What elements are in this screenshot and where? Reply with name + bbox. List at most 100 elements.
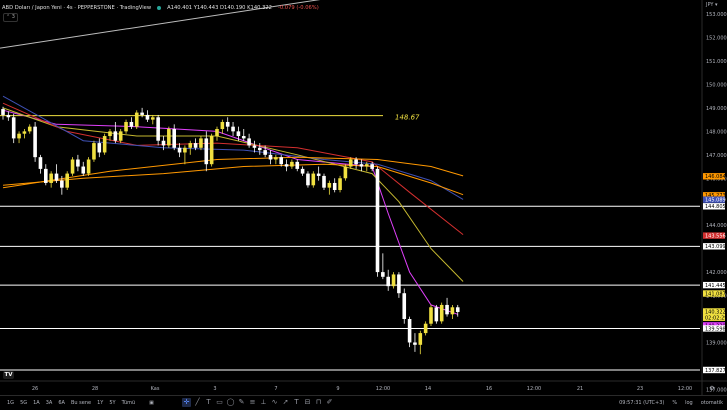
ohlc-values: A140.401 Y140.443 D140.190 K140.322 [167, 5, 272, 11]
candle-body [140, 112, 144, 115]
text-icon[interactable]: T [204, 398, 213, 407]
tradingview-logo[interactable]: TV [3, 371, 14, 379]
pencil-icon[interactable]: ✐ [325, 398, 334, 407]
price-tick-label: 150.000 [706, 82, 727, 88]
level-label: 148.67 [395, 114, 420, 122]
timeframe-5g[interactable]: 5G [17, 400, 30, 406]
time-tick-label: 23 [637, 386, 643, 392]
candle-body [295, 161, 300, 169]
candle-body [70, 159, 75, 174]
candle-body [316, 173, 321, 176]
price-tag-label: 145.089 [705, 198, 726, 204]
price-chart[interactable]: 148.67 153.000 152.000 151.000 150.000 149.00… [0, 0, 727, 395]
price-tag-label: 141.445 [705, 283, 726, 289]
candle-body [348, 159, 353, 167]
candle-body [220, 121, 225, 130]
candle-body [252, 145, 257, 148]
time-tick-label: 26 [32, 386, 38, 392]
timeframe-selector: 1G 5G 1A 3A 6A Bu sene 1Y 5Y Tümü ▣ [4, 400, 157, 406]
candle-body [247, 138, 251, 146]
candle-body [188, 143, 193, 148]
symbol-title[interactable]: ABD Doları / Japon Yeni · 4s · PEPPERSTO… [2, 3, 151, 13]
text2-icon[interactable]: T [292, 398, 301, 407]
brush-icon[interactable]: ✎ [237, 398, 246, 407]
indicators-collapse-button[interactable]: ⌃ 3 [3, 13, 18, 22]
price-tag-label: 02:02:29 [705, 316, 727, 322]
auto-toggle[interactable]: otomatik [701, 400, 723, 406]
candle-body [450, 307, 455, 315]
arrow-icon[interactable]: ➚ [281, 398, 290, 407]
price-tag-label: 140.322 [705, 309, 726, 315]
candle-body [402, 293, 407, 320]
price-tag-label: 146.084 [705, 174, 726, 180]
time-tick-label: 12:00 [678, 386, 692, 392]
timeframe-5y[interactable]: 5Y [106, 400, 118, 406]
candle-body [359, 164, 364, 167]
fib-icon[interactable]: ≡ [248, 398, 257, 407]
price-change: -0.079 (-0.06%) [277, 5, 319, 11]
time-tick-label: 12:00 [376, 386, 390, 392]
time-tick-label: 28 [92, 386, 98, 392]
candle-body [322, 175, 326, 188]
timeframe-3a[interactable]: 3A [43, 400, 56, 406]
moving-average-line [2, 95, 464, 200]
candle-body [124, 121, 128, 132]
currency-label: JPY ▾ [705, 2, 718, 8]
measure-icon[interactable]: ⊟ [303, 398, 312, 407]
candle-body [102, 136, 107, 153]
ellipse-icon[interactable]: ◯ [226, 398, 235, 407]
crosshair-icon[interactable]: ✛ [182, 398, 191, 407]
timeframe-tümü[interactable]: Tümü [119, 400, 139, 406]
price-tick-label: 147.000 [706, 153, 727, 159]
log-toggle[interactable]: log [685, 400, 693, 406]
price-tick-label: 152.000 [706, 36, 727, 42]
candle-body [193, 143, 198, 148]
price-tag-label: 143.556 [705, 234, 726, 240]
candle-body [300, 168, 305, 174]
settings-gear-icon[interactable]: ⚙ [709, 385, 714, 392]
clock[interactable]: 09:57:31 (UTC+3) [619, 400, 664, 406]
price-tag-label: 143.099 [705, 244, 726, 250]
drawing-toolbar: ✛ ╱ T ▭ ◯ ✎ ≡ ⟂ ∿ ➚ T ⊟ ⊓ ✐ [182, 397, 334, 408]
rect-icon[interactable]: ▭ [215, 398, 224, 407]
candle-body [76, 159, 80, 167]
candle-body [290, 161, 294, 167]
candle-body [386, 276, 390, 287]
candle-body [134, 112, 139, 127]
candle-body [54, 173, 59, 181]
candle-body [44, 168, 48, 183]
candle-body [33, 126, 37, 158]
candle-body [65, 173, 69, 188]
candle-body [413, 342, 417, 345]
candle-body [418, 333, 423, 345]
candle-body [183, 147, 187, 153]
timeframe-bu-sene[interactable]: Bu sene [68, 400, 94, 406]
time-tick-label: 14 [425, 386, 431, 392]
magnet-icon[interactable]: ⊓ [314, 398, 323, 407]
ruler-icon[interactable]: ⟂ [259, 398, 268, 407]
percent-toggle[interactable]: % [672, 400, 677, 406]
price-tick-label: 149.000 [706, 106, 727, 112]
timeframe-6a[interactable]: 6A [55, 400, 68, 406]
candle-body [279, 157, 283, 165]
price-tick-label: 144.000 [706, 223, 727, 229]
date-range-icon[interactable]: ▣ [146, 400, 157, 406]
time-tick-label: 21 [577, 386, 583, 392]
timeframe-1g[interactable]: 1G [4, 400, 17, 406]
price-tick-label: 139.000 [706, 340, 727, 346]
line-icon[interactable]: ╱ [193, 398, 202, 407]
time-tick-label: 3 [213, 386, 216, 392]
timeframe-1a[interactable]: 1A [30, 400, 43, 406]
candle-body [332, 182, 337, 190]
candle-body [231, 126, 235, 132]
candle-body [1, 109, 5, 115]
price-tag-label: 137.827 [705, 368, 726, 374]
candle-body [86, 159, 91, 174]
time-tick-label: Kas [151, 386, 160, 392]
candle-body [306, 173, 310, 186]
candle-body [268, 154, 273, 160]
wave-icon[interactable]: ∿ [270, 398, 279, 407]
timeframe-1y[interactable]: 1Y [94, 400, 106, 406]
candle-body [145, 114, 150, 120]
candle-body [423, 323, 428, 334]
